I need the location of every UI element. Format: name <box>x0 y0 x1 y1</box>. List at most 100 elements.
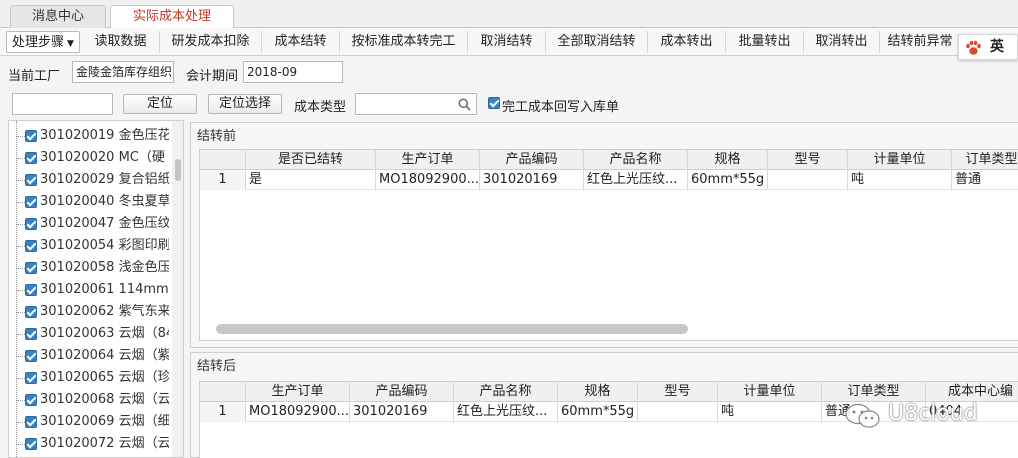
table-row[interactable]: 1 是 MO18092900... 301020169 红色上光压纹... 60… <box>200 170 1018 190</box>
tree-checkbox[interactable] <box>25 416 37 428</box>
read-data-button[interactable]: 读取数据 <box>82 31 160 53</box>
cell-product-code[interactable]: 301020169 <box>480 170 584 190</box>
plant-field[interactable]: 金陵金箔库存组织 <box>72 61 174 83</box>
tree-item[interactable]: 301020072 云烟（云 <box>9 433 169 455</box>
tree-item-label: 301020029 复合铝纸 <box>40 172 169 187</box>
tree-checkbox[interactable] <box>25 284 37 296</box>
tree-item[interactable]: 301020019 金色压花 <box>9 125 169 147</box>
col-header-model[interactable]: 型号 <box>638 382 718 402</box>
period-field[interactable]: 2018-09 <box>243 61 343 83</box>
tree-item[interactable]: 301020061 114mm; <box>9 279 169 301</box>
tab-message-center[interactable]: 消息中心 <box>10 5 106 28</box>
locate-select-button[interactable]: 定位选择 <box>208 94 282 114</box>
cell-unit[interactable]: 吨 <box>848 170 952 190</box>
col-header-carried[interactable]: 是否已结转 <box>246 150 376 170</box>
tree-checkbox[interactable] <box>25 240 37 252</box>
col-header-unit[interactable]: 计量单位 <box>718 382 822 402</box>
col-header-product-name[interactable]: 产品名称 <box>584 150 688 170</box>
cell-spec[interactable]: 60mm*55g <box>688 170 768 190</box>
col-header-product-code[interactable]: 产品编码 <box>480 150 584 170</box>
tree-item[interactable]: 301020040 冬虫夏草 <box>9 191 169 213</box>
tree-item[interactable]: 301020029 复合铝纸 <box>9 169 169 191</box>
before-grid-scrollbar[interactable] <box>216 324 688 334</box>
col-header-unit[interactable]: 计量单位 <box>848 150 952 170</box>
cell-product-code[interactable]: 301020169 <box>350 402 454 422</box>
tree-checkbox[interactable] <box>25 152 37 164</box>
tree-item[interactable]: 301020068 云烟（云 <box>9 389 169 411</box>
col-header-index <box>200 382 246 402</box>
tree-scroll-thumb[interactable] <box>175 159 181 181</box>
cell-product-name[interactable]: 红色上光压纹... <box>454 402 558 422</box>
tree-branch <box>17 312 25 313</box>
process-steps-button[interactable]: 处理步骤 ▼ <box>6 31 80 53</box>
tree-item[interactable]: 301020020 MC（硬 <box>9 147 169 169</box>
tree-checkbox[interactable] <box>25 328 37 340</box>
cell-order-type[interactable]: 普通 <box>952 170 1018 190</box>
batch-transfer-out-button[interactable]: 批量转出 <box>726 31 804 53</box>
col-header-order[interactable]: 生产订单 <box>246 382 350 402</box>
before-carry-panel: 结转前 是否已结转 生产订单 产品编码 产品名称 规格 型号 计量单位 订单类型… <box>190 122 1018 348</box>
tree-checkbox[interactable] <box>25 438 37 450</box>
tree-scrollbar[interactable] <box>172 121 183 457</box>
col-header-order-type[interactable]: 订单类型 <box>952 150 1018 170</box>
tree-item[interactable]: 301020069 云烟（细 <box>9 411 169 433</box>
tree-branch <box>17 290 25 291</box>
cell-unit[interactable]: 吨 <box>718 402 822 422</box>
tree-item[interactable]: 301020064 云烟（紫 <box>9 345 169 367</box>
tree-checkbox[interactable] <box>25 262 37 274</box>
tree-checkbox[interactable] <box>25 130 37 142</box>
ime-indicator[interactable]: 英 <box>958 34 1018 60</box>
row-index: 1 <box>200 402 246 422</box>
col-header-product-code[interactable]: 产品编码 <box>350 382 454 402</box>
tree-checkbox[interactable] <box>25 174 37 186</box>
watermark: U8cloud <box>838 398 988 434</box>
tree-checkbox[interactable] <box>25 306 37 318</box>
cell-model[interactable] <box>768 170 848 190</box>
col-header-order[interactable]: 生产订单 <box>376 150 480 170</box>
cell-carried[interactable]: 是 <box>246 170 376 190</box>
cell-model[interactable] <box>638 402 718 422</box>
col-header-spec[interactable]: 规格 <box>688 150 768 170</box>
tree-item[interactable]: 301020065 云烟（珍 <box>9 367 169 389</box>
pre-carry-abnormal-button[interactable]: 结转前异常 <box>880 31 960 53</box>
tree-item-label: 301020069 云烟（细 <box>40 414 169 429</box>
writeback-checkbox[interactable] <box>488 97 500 109</box>
tree-branch <box>17 246 25 247</box>
tree-item[interactable]: 301020062 紫气东来 <box>9 301 169 323</box>
chevron-down-icon: ▼ <box>67 39 74 49</box>
tree-branch <box>17 224 25 225</box>
tree-item[interactable]: 301020047 金色压纹 <box>9 213 169 235</box>
search-icon[interactable] <box>458 98 471 111</box>
tree-branch <box>17 180 25 181</box>
locate-button[interactable]: 定位 <box>123 94 197 114</box>
cost-type-input[interactable] <box>355 93 477 115</box>
col-header-model[interactable]: 型号 <box>768 150 848 170</box>
tree-checkbox[interactable] <box>25 394 37 406</box>
cancel-all-carry-button[interactable]: 全部取消结转 <box>546 31 648 53</box>
period-label: 会计期间 <box>186 69 239 84</box>
tree-item[interactable]: 301020054 彩图印刷 <box>9 235 169 257</box>
cancel-carry-button[interactable]: 取消结转 <box>468 31 546 53</box>
rd-cost-deduct-button[interactable]: 研发成本扣除 <box>160 31 262 53</box>
tab-actual-cost[interactable]: 实际成本处理 <box>110 5 234 29</box>
row-index: 1 <box>200 170 246 190</box>
tree-item[interactable]: 301020058 浅金色压 <box>9 257 169 279</box>
col-header-product-name[interactable]: 产品名称 <box>454 382 558 402</box>
process-steps-label: 处理步骤 <box>12 35 65 50</box>
cost-carry-button[interactable]: 成本结转 <box>262 31 340 53</box>
standard-cost-transfer-button[interactable]: 按标准成本转完工 <box>340 31 468 53</box>
tree-checkbox[interactable] <box>25 218 37 230</box>
cell-order[interactable]: MO18092900... <box>246 402 350 422</box>
tree-checkbox[interactable] <box>25 350 37 362</box>
cell-order[interactable]: MO18092900... <box>376 170 480 190</box>
cell-product-name[interactable]: 红色上光压纹... <box>584 170 688 190</box>
tree-checkbox[interactable] <box>25 372 37 384</box>
tree-item[interactable]: 301020063 云烟（84 <box>9 323 169 345</box>
tree-checkbox[interactable] <box>25 196 37 208</box>
cell-spec[interactable]: 60mm*55g <box>558 402 638 422</box>
col-header-spec[interactable]: 规格 <box>558 382 638 402</box>
cancel-transfer-out-button[interactable]: 取消转出 <box>804 31 880 53</box>
toolbar: 处理步骤 ▼ 读取数据 研发成本扣除 成本结转 按标准成本转完工 取消结转 全部取… <box>0 28 1018 56</box>
locate-input[interactable] <box>12 93 113 115</box>
cost-transfer-out-button[interactable]: 成本转出 <box>648 31 726 53</box>
